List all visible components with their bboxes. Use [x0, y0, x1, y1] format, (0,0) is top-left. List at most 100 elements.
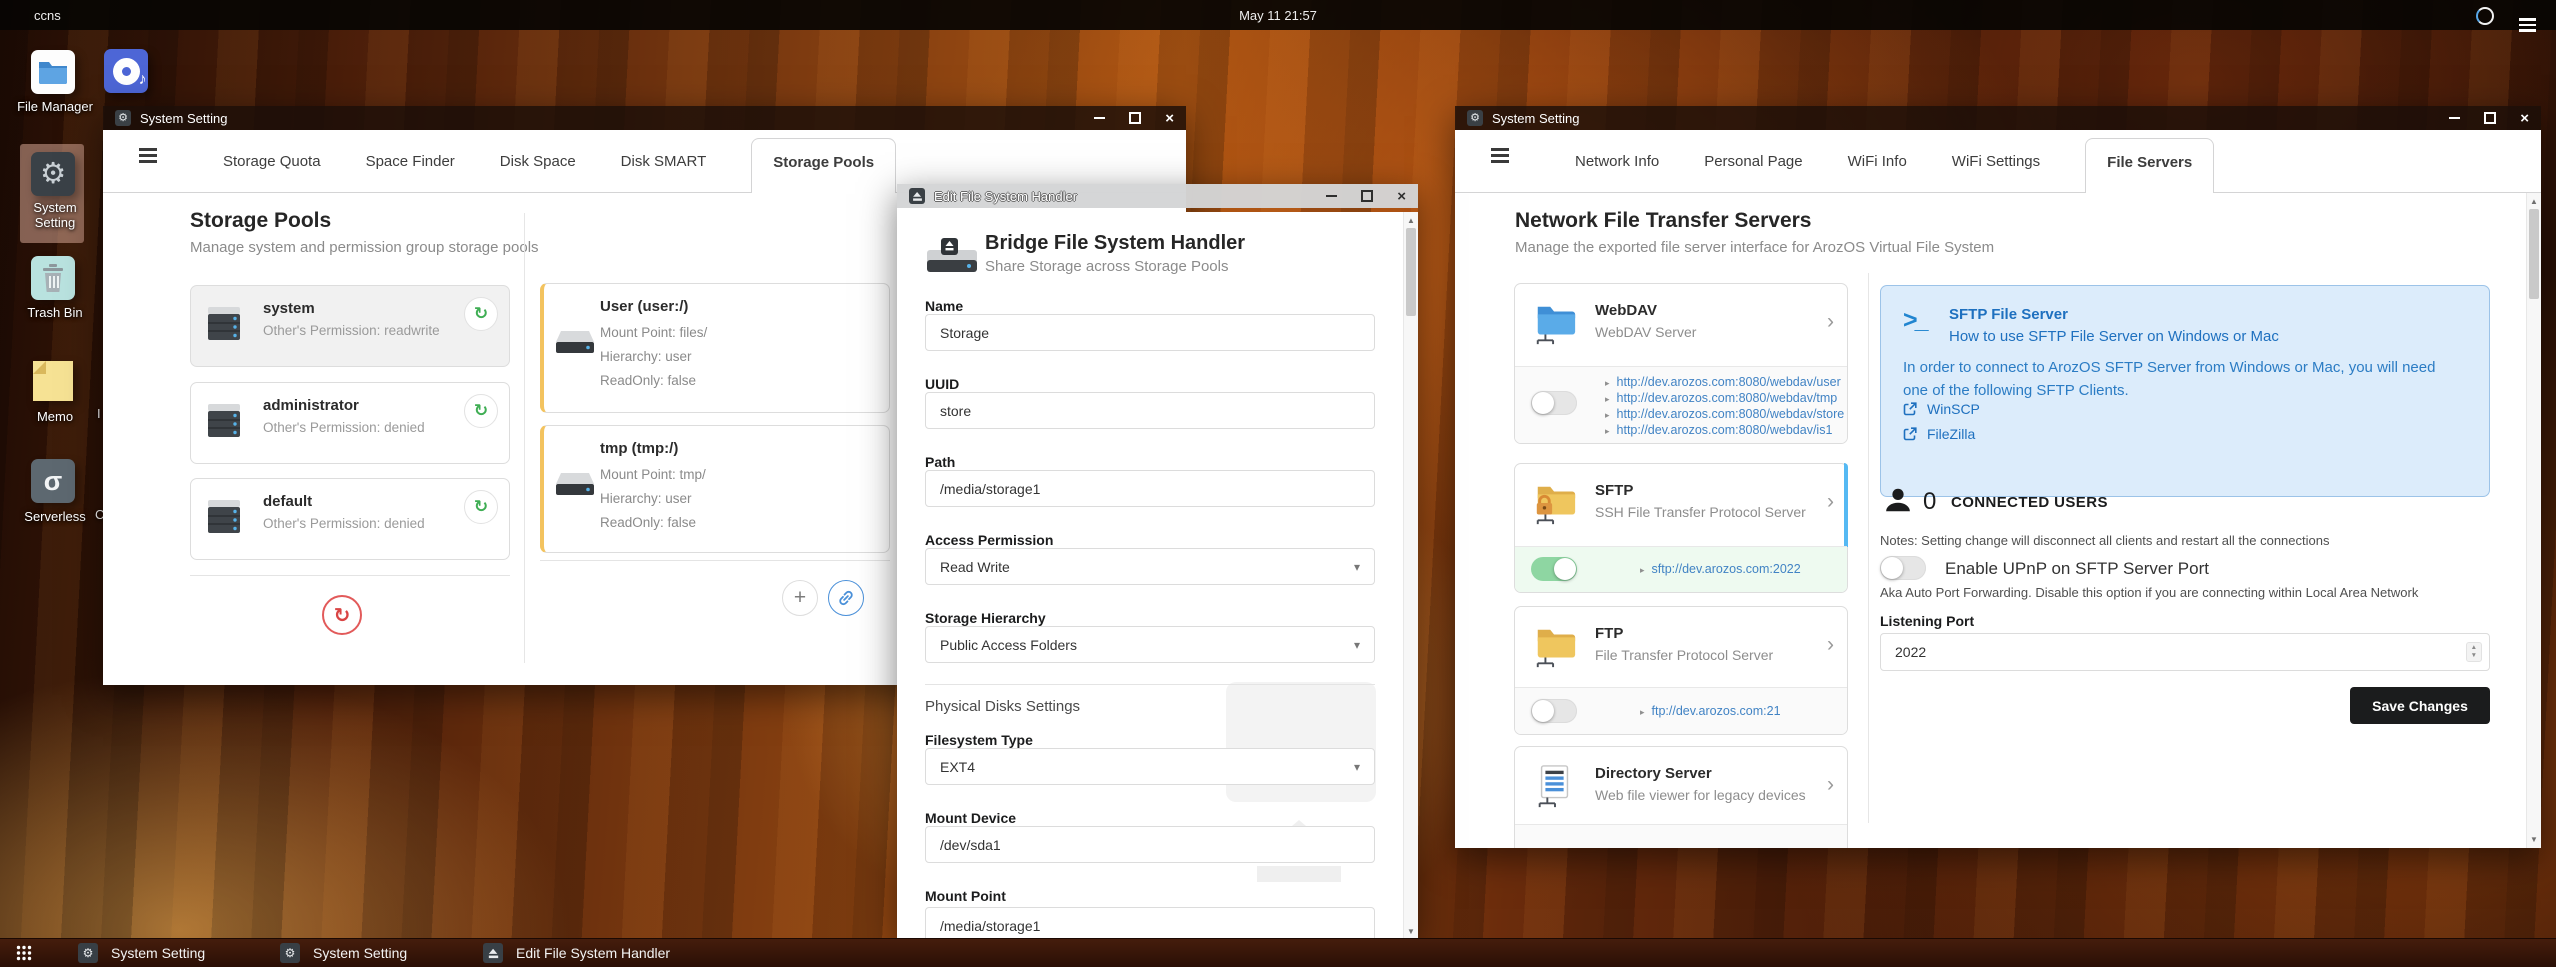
window2-scrollbar[interactable]: ▲ ▼	[1403, 212, 1418, 940]
scrollbar-thumb[interactable]	[1406, 228, 1416, 316]
taskbar-item-edit-fs-handler[interactable]: Edit File System Handler	[483, 943, 670, 963]
mount-card-tmp[interactable]: tmp (tmp:/) Mount Point: tmp/ Hierarchy:…	[540, 425, 890, 553]
server-card-ftp[interactable]: FTP File Transfer Protocol Server › ▸ ftp…	[1514, 606, 1848, 735]
connected-users-label: CONNECTED USERS	[1951, 494, 2108, 511]
pool-card-system[interactable]: system Other's Permission: readwrite ↻	[190, 285, 510, 367]
filesystem-type-select[interactable]: EXT4 ▾	[925, 748, 1375, 785]
tab-file-servers[interactable]: File Servers	[2085, 138, 2215, 193]
memo-icon[interactable]	[33, 361, 73, 401]
memo-label[interactable]: Memo	[13, 409, 97, 424]
tab-menu-icon[interactable]	[139, 149, 157, 162]
minimize-button[interactable]	[2449, 117, 2461, 119]
pool-sync-button[interactable]: ↻	[464, 394, 498, 428]
filezilla-link[interactable]: FileZilla	[1903, 426, 1975, 442]
tab-storage-pools[interactable]: Storage Pools	[751, 138, 897, 193]
pool-sync-button[interactable]: ↻	[464, 297, 498, 331]
eject-icon	[483, 943, 503, 963]
topbar-menu-icon[interactable]	[2519, 18, 2536, 31]
window3-titlebar[interactable]: ⚙ System Setting ×	[1455, 106, 2541, 130]
close-button[interactable]: ×	[1397, 189, 1406, 204]
storage-hierarchy-select[interactable]: Public Access Folders ▾	[925, 626, 1375, 663]
serverless-label[interactable]: Serverless	[13, 509, 97, 524]
minimize-button[interactable]	[1094, 117, 1106, 119]
system-setting-icon[interactable]: ⚙	[31, 152, 75, 196]
sftp-folder-lock-icon	[1536, 486, 1576, 525]
caret-down-icon: ▾	[1353, 637, 1360, 652]
window1-titlebar[interactable]: ⚙ System Setting ×	[103, 106, 1186, 130]
add-handler-button[interactable]: +	[782, 580, 818, 616]
clock-label: May 11 21:57	[1239, 7, 1317, 23]
upnp-toggle[interactable]	[1880, 556, 1926, 580]
mount-card-user[interactable]: User (user:/) Mount Point: files/ Hierar…	[540, 283, 890, 413]
window2-titlebar[interactable]: Edit File System Handler ×	[897, 184, 1418, 208]
scrollbar-thumb[interactable]	[2529, 209, 2539, 299]
tab-network-info[interactable]: Network Info	[1575, 153, 1659, 192]
mount-device-input[interactable]	[925, 826, 1375, 863]
window3-scrollbar[interactable]: ▲ ▼	[2526, 193, 2541, 848]
tab-menu-icon[interactable]	[1491, 149, 1509, 162]
file-manager-label[interactable]: File Manager	[13, 99, 97, 114]
sftp-info-box: >_ SFTP File Server How to use SFTP File…	[1880, 285, 2490, 497]
access-permission-select[interactable]: Read Write ▾	[925, 548, 1375, 585]
app-launcher-icon[interactable]	[16, 945, 32, 961]
server-card-webdav[interactable]: WebDAV WebDAV Server › ▸ http://dev.arozo…	[1514, 283, 1848, 444]
bridge-link-button[interactable]	[828, 580, 864, 616]
listening-port-input[interactable]	[1881, 644, 2466, 660]
server-card-sftp[interactable]: SFTP SSH File Transfer Protocol Server ›…	[1514, 463, 1848, 593]
pool-card-administrator[interactable]: administrator Other's Permission: denied…	[190, 382, 510, 464]
name-input[interactable]	[925, 314, 1375, 351]
tab-wifi-settings[interactable]: WiFi Settings	[1952, 153, 2040, 192]
disk-drive-icon	[556, 473, 594, 495]
sftp-toggle[interactable]	[1531, 557, 1577, 581]
webdav-link[interactable]: ▸ http://dev.arozos.com:8080/webdav/user	[1605, 375, 1841, 389]
window3-content: Network File Transfer Servers Manage the…	[1455, 193, 2541, 848]
chevron-right-icon[interactable]: ›	[1827, 633, 1834, 657]
user-icon	[1886, 488, 1910, 512]
server-card-directory[interactable]: Directory Server Web file viewer for leg…	[1514, 746, 1848, 848]
webdav-link[interactable]: ▸ http://dev.arozos.com:8080/webdav/is1	[1605, 423, 1832, 437]
gear-icon: ⚙	[1467, 110, 1483, 126]
pool-sync-button[interactable]: ↻	[464, 490, 498, 524]
close-button[interactable]: ×	[1165, 111, 1174, 126]
number-spinner[interactable]: ▲ ▼	[2465, 642, 2482, 662]
ftp-link[interactable]: ▸ ftp://dev.arozos.com:21	[1640, 704, 1781, 718]
chevron-right-icon[interactable]: ›	[1827, 773, 1834, 797]
server-name: Directory Server	[1595, 765, 1712, 782]
chevron-right-icon[interactable]: ›	[1827, 310, 1834, 334]
tab-storage-quota[interactable]: Storage Quota	[223, 153, 321, 192]
refresh-pools-button[interactable]: ↻	[322, 595, 362, 635]
handler-heading: Bridge File System Handler	[985, 232, 1246, 254]
winscp-link[interactable]: WinSCP	[1903, 401, 1980, 417]
pool-permission: Other's Permission: denied	[263, 516, 425, 531]
webdav-toggle[interactable]	[1531, 391, 1577, 415]
taskbar-item-system-setting-1[interactable]: ⚙ System Setting	[78, 943, 205, 963]
trash-bin-icon[interactable]	[31, 256, 75, 300]
maximize-button[interactable]	[1361, 190, 1374, 202]
chevron-right-icon[interactable]: ›	[1827, 490, 1834, 514]
system-setting-label[interactable]: System Setting	[13, 200, 97, 231]
webdav-link[interactable]: ▸ http://dev.arozos.com:8080/webdav/store	[1605, 407, 1844, 421]
tab-space-finder[interactable]: Space Finder	[366, 153, 455, 192]
pool-card-default[interactable]: default Other's Permission: denied ↻	[190, 478, 510, 560]
tab-personal-page[interactable]: Personal Page	[1704, 153, 1802, 192]
path-input[interactable]	[925, 470, 1375, 507]
file-manager-icon[interactable]	[31, 50, 75, 94]
maximize-button[interactable]	[2484, 112, 2497, 124]
taskbar-item-system-setting-2[interactable]: ⚙ System Setting	[280, 943, 407, 963]
sftp-link[interactable]: ▸ sftp://dev.arozos.com:2022	[1640, 562, 1801, 576]
close-button[interactable]: ×	[2520, 111, 2529, 126]
tab-disk-space[interactable]: Disk Space	[500, 153, 576, 192]
webdav-link[interactable]: ▸ http://dev.arozos.com:8080/webdav/tmp	[1605, 391, 1837, 405]
serverless-icon[interactable]: σ	[31, 459, 75, 503]
uuid-input[interactable]	[925, 392, 1375, 429]
minimize-button[interactable]	[1326, 195, 1338, 197]
music-icon[interactable]: ♪	[104, 49, 148, 93]
ftp-toggle[interactable]	[1531, 699, 1577, 723]
mount-point-input[interactable]	[925, 907, 1375, 940]
access-permission-label: Access Permission	[925, 532, 1054, 548]
maximize-button[interactable]	[1129, 112, 1142, 124]
save-changes-button[interactable]: Save Changes	[2350, 687, 2490, 724]
trash-bin-label[interactable]: Trash Bin	[13, 305, 97, 320]
tab-disk-smart[interactable]: Disk SMART	[621, 153, 707, 192]
tab-wifi-info[interactable]: WiFi Info	[1848, 153, 1907, 192]
